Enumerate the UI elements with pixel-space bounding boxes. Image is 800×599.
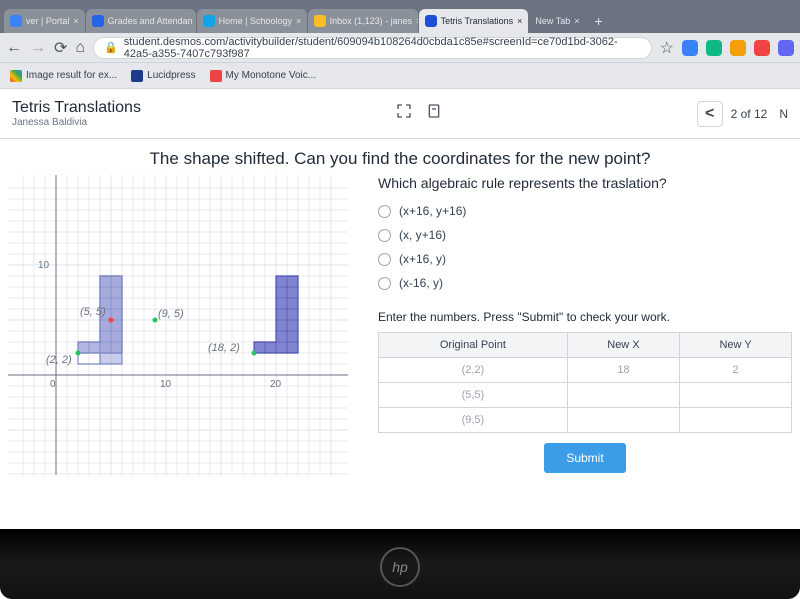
favicon-icon	[203, 15, 215, 27]
cell-newx[interactable]	[567, 407, 679, 432]
bookmark-label: My Monotone Voic...	[226, 70, 317, 81]
bookmark-image-result[interactable]: Image result for ex...	[10, 70, 117, 82]
cell-newx[interactable]	[567, 382, 679, 407]
option-label: (x, y+16)	[399, 228, 446, 242]
laptop-bezel: hp	[0, 529, 800, 599]
svg-text:20: 20	[270, 379, 282, 390]
tab-label: Inbox (1,123) - janes	[330, 16, 413, 26]
submit-button[interactable]: Submit	[544, 443, 625, 473]
instruction-text: Enter the numbers. Press "Submit" to che…	[378, 309, 792, 326]
pager-text: 2 of 12	[731, 107, 768, 121]
tab-label: ver | Portal	[26, 16, 69, 26]
close-icon[interactable]: ×	[574, 16, 579, 26]
home-icon[interactable]: ⌂	[75, 39, 85, 57]
option-4[interactable]: (x-16, y)	[378, 271, 792, 295]
col-newx: New X	[567, 332, 679, 357]
option-label: (x+16, y+16)	[399, 204, 466, 218]
app-header: Tetris Translations Janessa Baldivia < 2…	[0, 89, 800, 139]
tab-inbox[interactable]: Inbox (1,123) - janes×	[308, 9, 418, 33]
option-2[interactable]: (x, y+16)	[378, 223, 792, 247]
bookmark-monotone[interactable]: My Monotone Voic...	[210, 70, 317, 82]
table-row: (5,5)	[379, 382, 792, 407]
extension-icon[interactable]	[682, 40, 698, 56]
tab-schoology[interactable]: Home | Schoology ×	[197, 9, 307, 33]
point-label-18-2: (18, 2)	[208, 342, 240, 354]
cell-newy[interactable]	[680, 407, 792, 432]
calculator-icon[interactable]	[426, 103, 442, 124]
next-label: N	[779, 107, 788, 121]
question-title: The shape shifted. Can you find the coor…	[0, 139, 800, 175]
cell-newx[interactable]: 18	[567, 357, 679, 382]
radio-icon	[378, 253, 391, 266]
nav-bar: ← → ⟳ ⌂ 🔒 student.desmos.com/activitybui…	[0, 33, 800, 63]
cell-newy[interactable]: 2	[680, 357, 792, 382]
back-icon[interactable]: ←	[6, 39, 22, 57]
reload-icon[interactable]: ⟳	[54, 38, 67, 58]
favicon-icon	[92, 15, 104, 27]
page-title: Tetris Translations	[12, 99, 141, 117]
favicon-icon	[314, 15, 326, 27]
tab-grades[interactable]: Grades and Attendan×	[86, 9, 196, 33]
point-label-5-5: (5, 5)	[80, 306, 106, 318]
option-label: (x-16, y)	[399, 276, 443, 290]
tab-label: Grades and Attendan	[108, 16, 193, 26]
radio-icon	[378, 229, 391, 242]
option-1[interactable]: (x+16, y+16)	[378, 199, 792, 223]
close-icon[interactable]: ×	[296, 16, 301, 26]
youtube-icon	[210, 70, 222, 82]
option-label: (x+16, y)	[399, 252, 446, 266]
radio-icon	[378, 205, 391, 218]
table-row: (9,5)	[379, 407, 792, 432]
svg-text:10: 10	[38, 260, 50, 271]
extension-icon[interactable]	[730, 40, 746, 56]
tab-label: New Tab	[535, 16, 570, 26]
sub-question: Which algebraic rule represents the tras…	[378, 175, 792, 191]
tab-portal[interactable]: ver | Portal ×	[4, 9, 85, 33]
prev-button[interactable]: <	[697, 101, 723, 127]
extension-icon[interactable]	[778, 40, 794, 56]
hp-logo-icon: hp	[380, 547, 420, 587]
radio-icon	[378, 277, 391, 290]
svg-text:0: 0	[50, 379, 56, 390]
close-icon[interactable]: ×	[416, 16, 417, 26]
point-label-2-2: (2, 2)	[46, 354, 72, 366]
lucid-icon	[131, 70, 143, 82]
option-3[interactable]: (x+16, y)	[378, 247, 792, 271]
lock-icon: 🔒	[104, 41, 118, 54]
extension-icon[interactable]	[754, 40, 770, 56]
student-name: Janessa Baldivia	[12, 117, 141, 128]
bookmark-label: Lucidpress	[147, 70, 195, 81]
table-row: (2,2) 18 2	[379, 357, 792, 382]
browser-tab-strip: ver | Portal× Grades and Attendan× Home …	[0, 0, 800, 33]
answer-table: Original Point New X New Y (2,2) 18 2 (5…	[378, 332, 792, 433]
url-text: student.desmos.com/activitybuilder/stude…	[124, 36, 641, 60]
col-newy: New Y	[680, 332, 792, 357]
coordinate-grid[interactable]: (2, 2) (5, 5) (9, 5) (18, 2) 0 10 20 10	[8, 175, 348, 475]
url-input[interactable]: 🔒 student.desmos.com/activitybuilder/stu…	[93, 37, 652, 59]
globe-icon	[10, 15, 22, 27]
tab-label: Home | Schoology	[219, 16, 292, 26]
bookmark-label: Image result for ex...	[26, 70, 117, 81]
bookmarks-bar: Image result for ex... Lucidpress My Mon…	[0, 63, 800, 89]
star-icon[interactable]: ☆	[660, 38, 674, 58]
favicon-icon	[425, 15, 437, 27]
google-icon	[10, 70, 22, 82]
tab-label: Tetris Translations	[441, 16, 514, 26]
fullscreen-icon[interactable]	[396, 103, 412, 124]
tab-new[interactable]: New Tab ×	[529, 9, 585, 33]
close-icon[interactable]: ×	[73, 16, 78, 26]
extension-icon[interactable]	[706, 40, 722, 56]
svg-text:10: 10	[160, 379, 172, 390]
bookmark-lucidpress[interactable]: Lucidpress	[131, 70, 195, 82]
new-tab-button[interactable]: +	[587, 9, 611, 33]
forward-icon[interactable]: →	[30, 39, 46, 57]
point-label-9-5: (9, 5)	[158, 308, 184, 320]
cell-newy[interactable]	[680, 382, 792, 407]
close-icon[interactable]: ×	[517, 16, 522, 26]
tab-tetris-active[interactable]: Tetris Translations×	[419, 9, 529, 33]
col-original: Original Point	[379, 332, 568, 357]
